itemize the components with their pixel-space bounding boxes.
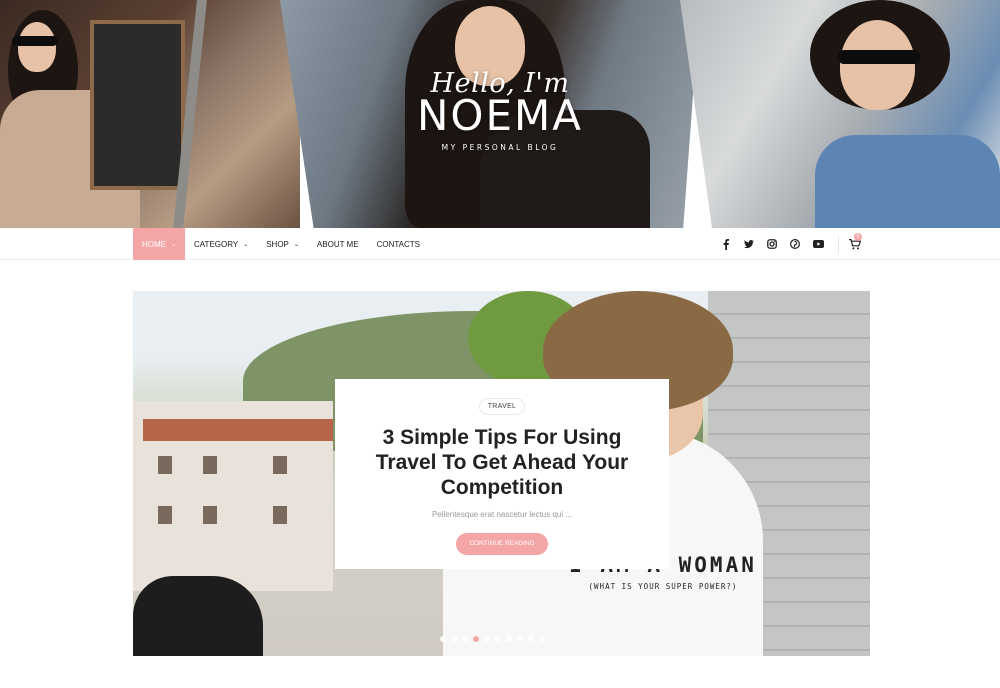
nav-item-about-me[interactable]: ABOUT ME bbox=[308, 228, 368, 260]
building-roof bbox=[143, 419, 333, 441]
nav-item-label: ABOUT ME bbox=[316, 239, 359, 249]
nav-item-shop[interactable]: SHOP ⌄ bbox=[257, 228, 308, 260]
main-menu: HOME ⌄ CATEGORY ⌄ SHOP ⌄ ABOUT ME CONTAC… bbox=[133, 228, 429, 260]
slider-dot[interactable] bbox=[528, 636, 534, 642]
slider-dot[interactable] bbox=[506, 636, 512, 642]
sunglasses bbox=[12, 36, 58, 46]
post-category-tag[interactable]: TRAVEL bbox=[478, 398, 526, 415]
cart-count-badge: 0 bbox=[854, 233, 862, 241]
header-photo-left bbox=[0, 0, 300, 228]
nav-item-contacts[interactable]: CONTACTS bbox=[368, 228, 429, 260]
building-window bbox=[203, 506, 217, 524]
social-links bbox=[720, 228, 824, 260]
nav-item-label: CATEGORY bbox=[194, 239, 239, 249]
nav-item-label: HOME bbox=[142, 239, 166, 249]
header-collage: Hello, I'm NOEMA MY PERSONAL BLOG bbox=[0, 0, 1000, 228]
slider-dot[interactable] bbox=[539, 636, 545, 642]
main-navigation-bar: HOME ⌄ CATEGORY ⌄ SHOP ⌄ ABOUT ME CONTAC… bbox=[0, 228, 1000, 260]
face bbox=[18, 22, 56, 72]
chevron-down-icon: ⌄ bbox=[171, 241, 177, 248]
nav-item-category[interactable]: CATEGORY ⌄ bbox=[185, 228, 257, 260]
slider-dot[interactable] bbox=[451, 636, 457, 642]
window-frame bbox=[90, 20, 185, 190]
post-title[interactable]: 3 Simple Tips For Using Travel To Get Ah… bbox=[365, 425, 639, 500]
slider-pagination bbox=[440, 636, 545, 642]
site-tagline: MY PERSONAL BLOG bbox=[441, 143, 559, 152]
slider-dot[interactable] bbox=[473, 636, 479, 642]
site-brand: NOEMA bbox=[417, 91, 583, 140]
sunglasses bbox=[838, 50, 920, 64]
building-window bbox=[203, 456, 217, 474]
slider-dot[interactable] bbox=[495, 636, 501, 642]
youtube-icon[interactable] bbox=[812, 238, 824, 250]
building-window bbox=[273, 506, 287, 524]
twitter-icon[interactable] bbox=[743, 238, 755, 250]
site-title[interactable]: Hello, I'm NOEMA MY PERSONAL BLOG bbox=[400, 68, 600, 152]
nav-item-home[interactable]: HOME ⌄ bbox=[133, 228, 186, 260]
building-window bbox=[158, 456, 172, 474]
building-window bbox=[158, 506, 172, 524]
slider-dot[interactable] bbox=[462, 636, 468, 642]
facebook-icon[interactable] bbox=[720, 238, 732, 250]
nav-item-label: SHOP bbox=[266, 239, 289, 249]
slider-dot[interactable] bbox=[517, 636, 523, 642]
featured-post-card: TRAVEL 3 Simple Tips For Using Travel To… bbox=[335, 379, 669, 569]
shirt-print-sub: (WHAT IS YOUR SUPER POWER?) bbox=[588, 582, 738, 591]
pinterest-icon[interactable] bbox=[789, 238, 801, 250]
nav-item-label: CONTACTS bbox=[376, 239, 420, 249]
building-window bbox=[273, 456, 287, 474]
header-photo-right bbox=[680, 0, 1000, 228]
nav-divider bbox=[838, 236, 839, 253]
continue-reading-button[interactable]: CONTINUE READING bbox=[456, 533, 548, 555]
background-car bbox=[133, 576, 263, 656]
slider-dot[interactable] bbox=[484, 636, 490, 642]
chevron-down-icon: ⌄ bbox=[243, 241, 249, 248]
post-excerpt: Pellentesque erat nascetur lectus qui ..… bbox=[431, 510, 573, 519]
instagram-icon[interactable] bbox=[766, 238, 778, 250]
slider-dot[interactable] bbox=[440, 636, 446, 642]
face bbox=[840, 20, 915, 110]
denim-overalls bbox=[815, 135, 1000, 228]
chevron-down-icon: ⌄ bbox=[293, 241, 299, 248]
